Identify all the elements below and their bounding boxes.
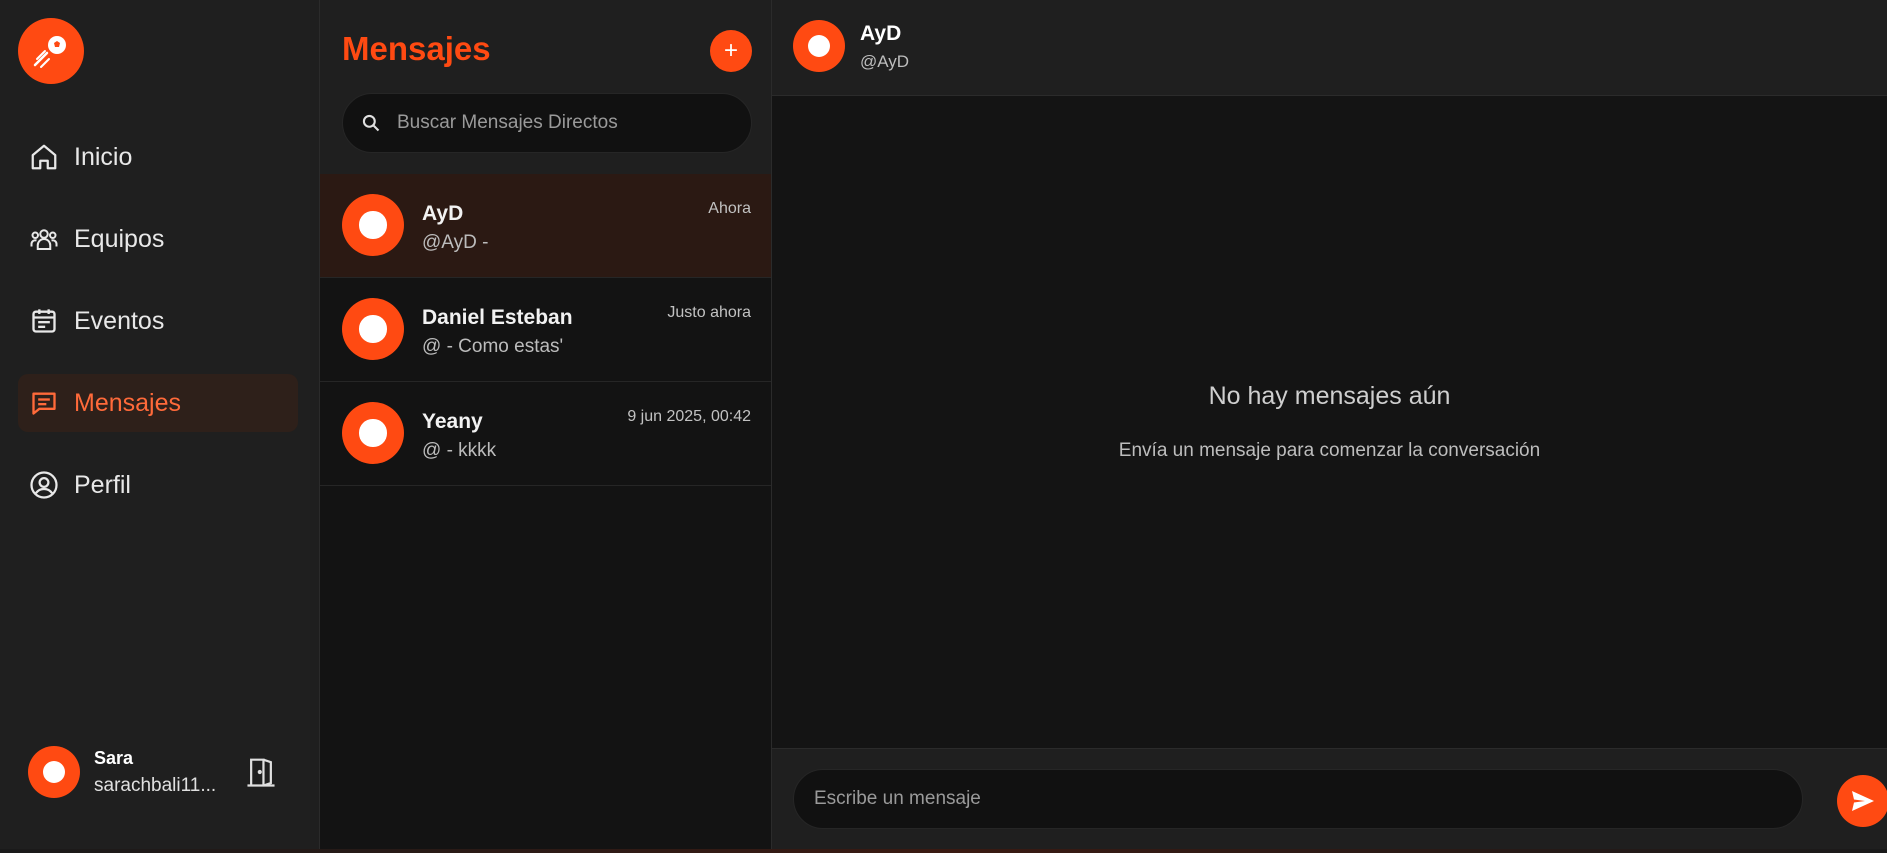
send-button[interactable]	[1837, 775, 1887, 827]
conversation-item[interactable]: Yeany @ - kkkk 9 jun 2025, 00:42	[320, 382, 771, 486]
current-user: Sara sarachbali11...	[28, 740, 288, 804]
empty-state-subtitle: Envía un mensaje para comenzar la conver…	[1118, 440, 1541, 461]
conversation-item[interactable]: Daniel Esteban @ - Como estas' Justo aho…	[320, 278, 771, 382]
soccer-ball-logo[interactable]	[18, 18, 84, 84]
nav-label: Perfil	[74, 470, 131, 499]
send-icon	[1852, 791, 1874, 811]
search-icon	[362, 114, 380, 132]
new-message-button[interactable]: +	[710, 30, 752, 72]
main-nav: Inicio Equipos Eventos Mensajes Perfil	[18, 128, 298, 538]
conversation-name: Yeany	[422, 410, 483, 433]
user-info: Sara sarachbali11...	[94, 748, 229, 797]
user-circle-icon	[28, 469, 60, 501]
composer	[772, 748, 1887, 853]
home-icon	[28, 141, 60, 173]
user-handle: sarachbali11...	[94, 774, 217, 796]
avatar	[342, 402, 404, 464]
avatar-dot	[42, 760, 66, 784]
nav-label: Inicio	[74, 142, 133, 171]
nav-label: Equipos	[74, 224, 165, 253]
app-window: Inicio Equipos Eventos Mensajes Perfil S…	[0, 0, 1887, 853]
avatar-dot	[807, 34, 831, 58]
team-icon	[28, 223, 60, 255]
conversation-preview: @ - Como estas'	[422, 336, 564, 357]
window-bottom-edge	[0, 849, 1887, 853]
conversation-name: Daniel Esteban	[422, 306, 573, 329]
nav-item-eventos[interactable]: Eventos	[18, 292, 298, 350]
avatar-dot	[359, 315, 387, 343]
conversation-header: Mensajes +	[320, 0, 771, 174]
conversation-preview: @AyD -	[422, 232, 489, 253]
soccer-ball-icon	[33, 36, 66, 68]
logout-button[interactable]	[241, 752, 281, 792]
nav-item-perfil[interactable]: Perfil	[18, 456, 298, 514]
conversation-list: AyD @AyD - Ahora Daniel Esteban @ - Como…	[320, 174, 771, 486]
conversation-name: AyD	[422, 202, 464, 225]
chat-header: AyD @AyD	[772, 0, 1887, 96]
avatar[interactable]	[793, 20, 845, 72]
avatar	[342, 298, 404, 360]
sidebar: Inicio Equipos Eventos Mensajes Perfil S…	[0, 0, 320, 853]
conversation-time: Ahora	[708, 200, 751, 217]
conversation-time: 9 jun 2025, 00:42	[627, 408, 751, 425]
user-name: Sara	[94, 747, 134, 768]
chat-icon	[28, 387, 60, 419]
chat-contact-name: AyD	[860, 22, 902, 45]
message-area: No hay mensajes aún Envía un mensaje par…	[772, 96, 1887, 748]
nav-label: Mensajes	[74, 388, 181, 417]
door-icon	[247, 758, 275, 787]
chat-contact-handle: @AyD	[860, 52, 910, 71]
conversation-panel: Mensajes + AyD @AyD - Ahora Daniel Esteb…	[320, 0, 772, 853]
avatar-dot	[359, 211, 387, 239]
chat-panel: AyD @AyD No hay mensajes aún Envía un me…	[772, 0, 1887, 853]
nav-label: Eventos	[74, 306, 165, 335]
page-title: Mensajes	[342, 30, 491, 67]
empty-state-title: No hay mensajes aún	[1208, 382, 1451, 410]
conversation-preview: @ - kkkk	[422, 440, 497, 461]
nav-item-equipos[interactable]: Equipos	[18, 210, 298, 268]
search-box	[342, 93, 752, 153]
message-input[interactable]	[793, 769, 1803, 829]
nav-item-mensajes[interactable]: Mensajes	[18, 374, 298, 432]
search-input[interactable]	[395, 111, 729, 135]
conversation-item[interactable]: AyD @AyD - Ahora	[320, 174, 771, 278]
conversation-time: Justo ahora	[667, 304, 751, 321]
avatar[interactable]	[28, 746, 80, 798]
avatar-dot	[359, 419, 387, 447]
nav-item-inicio[interactable]: Inicio	[18, 128, 298, 186]
avatar	[342, 194, 404, 256]
calendar-icon	[28, 305, 60, 337]
